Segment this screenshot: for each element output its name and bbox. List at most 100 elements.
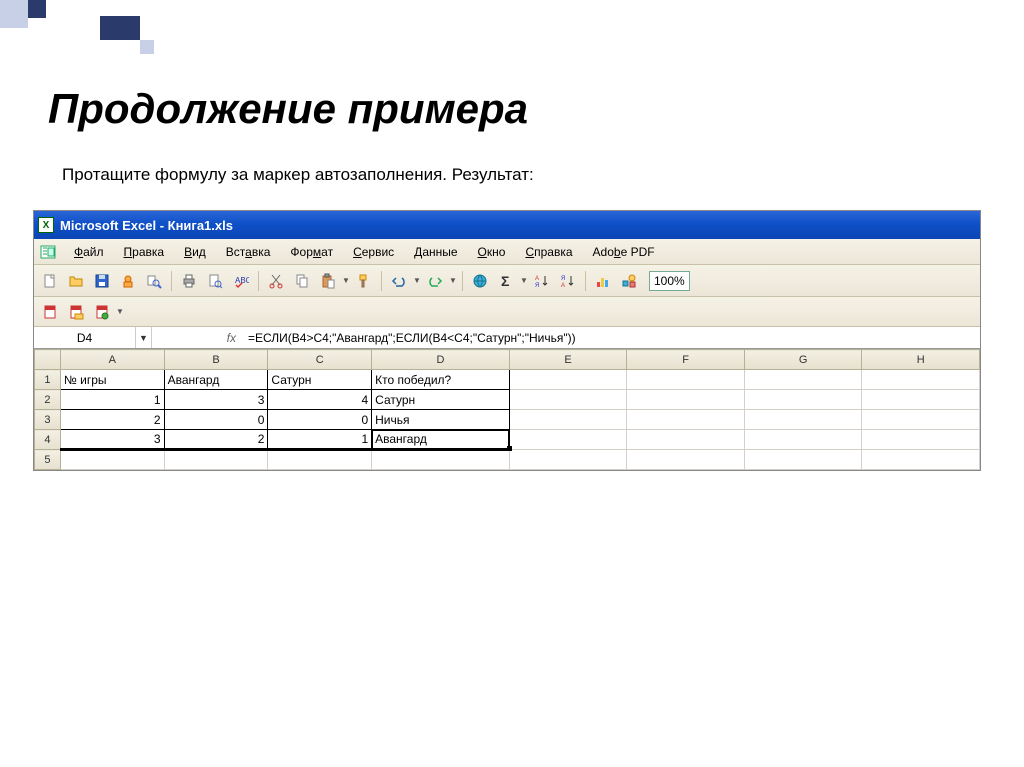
cell-H5[interactable] [862, 450, 980, 470]
autosum-icon[interactable]: Σ [494, 269, 518, 293]
cell-E4[interactable] [509, 430, 627, 450]
select-all-corner[interactable] [35, 350, 61, 370]
cell-A3[interactable]: 2 [60, 410, 164, 430]
col-header-F[interactable]: F [627, 350, 745, 370]
cell-E1[interactable] [509, 370, 627, 390]
permission-icon[interactable] [116, 269, 140, 293]
zoom-input[interactable]: 100% [649, 271, 690, 291]
menu-tools[interactable]: Сервис [343, 242, 404, 262]
sort-desc-icon[interactable]: ЯА [556, 269, 580, 293]
cell-C3[interactable]: 0 [268, 410, 372, 430]
cell-B4[interactable]: 2 [164, 430, 268, 450]
format-painter-icon[interactable] [352, 269, 376, 293]
col-header-B[interactable]: B [164, 350, 268, 370]
row-header-3[interactable]: 3 [35, 410, 61, 430]
sort-asc-icon[interactable]: АЯ [530, 269, 554, 293]
cell-A2[interactable]: 1 [60, 390, 164, 410]
cell-B5[interactable] [164, 450, 268, 470]
save-icon[interactable] [90, 269, 114, 293]
print-preview-icon[interactable] [203, 269, 227, 293]
name-box-dropdown-icon[interactable]: ▼ [136, 327, 152, 348]
menu-adobe-pdf[interactable]: Adobe PDF [583, 242, 665, 262]
col-header-A[interactable]: A [60, 350, 164, 370]
cell-E5[interactable] [509, 450, 627, 470]
cell-A1[interactable]: № игры [60, 370, 164, 390]
redo-dropdown-icon[interactable]: ▼ [449, 276, 457, 285]
menu-insert[interactable]: Вставка [216, 242, 281, 262]
cell-E3[interactable] [509, 410, 627, 430]
menu-file[interactable]: Файл [64, 242, 114, 262]
col-header-E[interactable]: E [509, 350, 627, 370]
autosum-dropdown-icon[interactable]: ▼ [520, 276, 528, 285]
col-header-D[interactable]: D [372, 350, 510, 370]
menu-data[interactable]: Данные [404, 242, 467, 262]
fill-handle[interactable] [507, 446, 512, 451]
cell-C2[interactable]: 4 [268, 390, 372, 410]
pdf-review-icon[interactable] [90, 300, 114, 324]
workbook-icon[interactable] [38, 242, 58, 262]
paste-dropdown-icon[interactable]: ▼ [342, 276, 350, 285]
cell-E2[interactable] [509, 390, 627, 410]
pdf-email-icon[interactable] [64, 300, 88, 324]
chart-wizard-icon[interactable] [591, 269, 615, 293]
cell-C5[interactable] [268, 450, 372, 470]
menu-edit[interactable]: Правка [114, 242, 175, 262]
cell-A5[interactable] [60, 450, 164, 470]
col-header-C[interactable]: C [268, 350, 372, 370]
col-header-G[interactable]: G [744, 350, 862, 370]
cell-D3[interactable]: Ничья [372, 410, 510, 430]
cell-D2[interactable]: Сатурн [372, 390, 510, 410]
menu-help[interactable]: Справка [515, 242, 582, 262]
research-icon[interactable] [142, 269, 166, 293]
cell-C1[interactable]: Сатурн [268, 370, 372, 390]
cell-F5[interactable] [627, 450, 745, 470]
row-header-1[interactable]: 1 [35, 370, 61, 390]
cell-B1[interactable]: Авангард [164, 370, 268, 390]
pdf-convert-icon[interactable] [38, 300, 62, 324]
cut-icon[interactable] [264, 269, 288, 293]
cell-G2[interactable] [744, 390, 862, 410]
cell-G1[interactable] [744, 370, 862, 390]
cell-D4-active[interactable]: Авангард [372, 430, 510, 450]
cell-G4[interactable] [744, 430, 862, 450]
cell-H2[interactable] [862, 390, 980, 410]
cell-F4[interactable] [627, 430, 745, 450]
cell-A4[interactable]: 3 [60, 430, 164, 450]
cell-H1[interactable] [862, 370, 980, 390]
drawing-icon[interactable] [617, 269, 641, 293]
cell-F1[interactable] [627, 370, 745, 390]
cell-D5[interactable] [372, 450, 510, 470]
spelling-icon[interactable]: ABC [229, 269, 253, 293]
cell-F3[interactable] [627, 410, 745, 430]
col-header-H[interactable]: H [862, 350, 980, 370]
cell-F2[interactable] [627, 390, 745, 410]
cell-C4[interactable]: 1 [268, 430, 372, 450]
cell-G5[interactable] [744, 450, 862, 470]
redo-icon[interactable] [423, 269, 447, 293]
menu-view[interactable]: Вид [174, 242, 216, 262]
copy-icon[interactable] [290, 269, 314, 293]
spreadsheet-grid[interactable]: A B C D E F G H 1 № игры Авангард Сатурн… [34, 349, 980, 470]
name-box[interactable]: D4 [34, 327, 136, 348]
cell-D1[interactable]: Кто победил? [372, 370, 510, 390]
cell-B3[interactable]: 0 [164, 410, 268, 430]
menu-format[interactable]: Формат [280, 242, 343, 262]
cell-B2[interactable]: 3 [164, 390, 268, 410]
cell-H4[interactable] [862, 430, 980, 450]
fx-label[interactable]: fx [152, 331, 242, 345]
formula-input[interactable]: =ЕСЛИ(B4>C4;"Авангард";ЕСЛИ(B4<C4;"Сатур… [242, 331, 980, 345]
paste-icon[interactable] [316, 269, 340, 293]
cell-H3[interactable] [862, 410, 980, 430]
new-icon[interactable] [38, 269, 62, 293]
print-icon[interactable] [177, 269, 201, 293]
row-header-4[interactable]: 4 [35, 430, 61, 450]
row-header-5[interactable]: 5 [35, 450, 61, 470]
undo-icon[interactable] [387, 269, 411, 293]
open-icon[interactable] [64, 269, 88, 293]
row-header-2[interactable]: 2 [35, 390, 61, 410]
cell-G3[interactable] [744, 410, 862, 430]
pdf-dropdown-icon[interactable]: ▼ [116, 307, 124, 316]
hyperlink-icon[interactable] [468, 269, 492, 293]
undo-dropdown-icon[interactable]: ▼ [413, 276, 421, 285]
menu-window[interactable]: Окно [468, 242, 516, 262]
